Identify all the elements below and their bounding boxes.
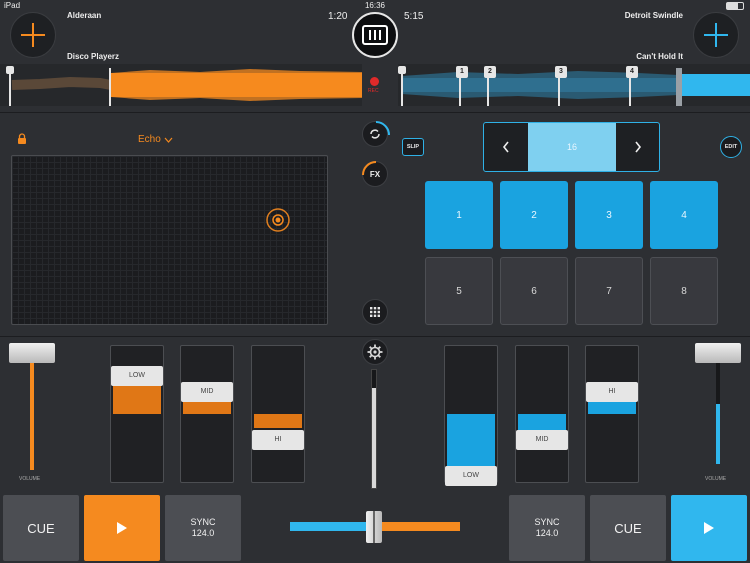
deck-b-volume-fader[interactable]: [716, 352, 720, 464]
pad-6[interactable]: 6: [500, 257, 568, 325]
deck-a-eq-mid[interactable]: MID: [180, 345, 234, 483]
deck-a-cue-marker[interactable]: [6, 66, 14, 74]
record-label: REC: [368, 88, 379, 94]
battery-icon: [726, 2, 744, 10]
chevron-right-icon: [634, 141, 641, 153]
pad-8[interactable]: 8: [650, 257, 718, 325]
divider: [0, 336, 750, 337]
deck-b-cue-button[interactable]: CUE: [590, 495, 666, 561]
deck-b-sync-button[interactable]: SYNC 124.0: [509, 495, 585, 561]
fx-button[interactable]: FX: [362, 161, 388, 187]
deck-b-eq-hi[interactable]: HI: [585, 345, 639, 483]
deck-a-eq-hi[interactable]: HI: [251, 345, 305, 483]
add-icon: [704, 23, 728, 47]
gear-icon: [367, 344, 383, 360]
play-icon: [704, 522, 714, 534]
add-icon: [21, 23, 45, 47]
deck-a-cue-button[interactable]: CUE: [3, 495, 79, 561]
dj-app: iPad 16:36 Alderaan Disco Playerz 1:20 5…: [0, 0, 750, 563]
pad-3[interactable]: 3: [575, 181, 643, 249]
deck-b-eq-low[interactable]: LOW: [444, 345, 498, 486]
deck-a-play-button[interactable]: [84, 495, 160, 561]
pad-7[interactable]: 7: [575, 257, 643, 325]
hot-cue-marker-1[interactable]: 1: [456, 66, 468, 78]
hot-cue-marker-2[interactable]: 2: [484, 66, 496, 78]
deck-a-time: 1:20: [328, 11, 348, 22]
pad-4[interactable]: 4: [650, 181, 718, 249]
divider: [0, 112, 750, 113]
deck-b-eq-hi-handle[interactable]: HI: [586, 382, 638, 402]
deck-b-volume-label: VOLUME: [705, 476, 727, 482]
deck-a-sync-button[interactable]: SYNC 124.0: [165, 495, 241, 561]
pad-2[interactable]: 2: [500, 181, 568, 249]
deck-a-sync-label: SYNC: [190, 517, 216, 527]
chevron-down-icon: [164, 137, 173, 143]
effect-selector[interactable]: Echo: [138, 134, 173, 145]
crossfader[interactable]: [290, 511, 460, 543]
record-button[interactable]: [370, 77, 379, 86]
deck-a-bpm: 124.0: [191, 528, 215, 538]
deck-b-volume-handle[interactable]: [695, 343, 741, 363]
loop-size-selector: 16: [483, 122, 660, 172]
deck-a-eq-mid-handle[interactable]: MID: [181, 382, 233, 402]
play-icon: [117, 522, 127, 534]
pad-1[interactable]: 1: [425, 181, 493, 249]
fx-xy-pad[interactable]: [11, 155, 328, 325]
deck-b-waveform[interactable]: [398, 64, 750, 106]
deck-b-eq-mid[interactable]: MID: [515, 345, 569, 483]
deck-a-artist: Alderaan: [67, 11, 102, 20]
deck-b-eq-low-handle[interactable]: LOW: [445, 466, 497, 486]
deck-a-volume-label: VOLUME: [19, 476, 41, 482]
loop-size-increase-button[interactable]: [616, 123, 659, 171]
deck-a-eq-low-handle[interactable]: LOW: [111, 366, 163, 386]
deck-b-sync-label: SYNC: [534, 517, 560, 527]
hot-cue-marker-4[interactable]: 4: [626, 66, 638, 78]
pads-view-button[interactable]: [362, 299, 388, 325]
loop-toggle-button[interactable]: [362, 121, 390, 147]
deck-a-eq-low[interactable]: LOW: [110, 345, 164, 483]
deck-b-bpm: 124.0: [535, 528, 559, 538]
fx-cursor[interactable]: [265, 207, 291, 233]
deck-a-eq-hi-handle[interactable]: HI: [252, 430, 304, 450]
app-menu-button[interactable]: [352, 12, 398, 58]
pad-5[interactable]: 5: [425, 257, 493, 325]
deck-b-load-button[interactable]: [693, 12, 739, 58]
turntable-logo-icon: [362, 25, 388, 45]
lock-icon[interactable]: [17, 133, 27, 144]
settings-button[interactable]: [362, 339, 388, 365]
status-clock: 16:36: [364, 1, 386, 10]
deck-b-cue-marker[interactable]: [398, 66, 406, 74]
deck-b-eq-mid-handle[interactable]: MID: [516, 430, 568, 450]
deck-a-title: Disco Playerz: [67, 52, 120, 61]
deck-b-time: 5:15: [404, 11, 424, 22]
chevron-left-icon: [502, 141, 509, 153]
loop-size-value[interactable]: 16: [528, 123, 616, 171]
slip-button[interactable]: SLIP: [402, 138, 424, 156]
loop-size-decrease-button[interactable]: [484, 123, 528, 171]
crossfader-handle[interactable]: [366, 511, 382, 543]
status-device: iPad: [4, 1, 21, 10]
edit-button[interactable]: EDIT: [720, 136, 742, 158]
deck-a-load-button[interactable]: [10, 12, 56, 58]
deck-a-volume-handle[interactable]: [9, 343, 55, 363]
deck-b-artist: Detroit Swindle: [624, 11, 683, 20]
deck-b-play-button[interactable]: [671, 495, 747, 561]
effect-name: Echo: [138, 134, 161, 145]
master-level-meter: [371, 369, 377, 489]
deck-a-volume-fader[interactable]: [30, 352, 34, 470]
hot-cue-marker-3[interactable]: 3: [555, 66, 567, 78]
deck-a-waveform[interactable]: [0, 64, 362, 106]
deck-b-title: Can't Hold It: [636, 52, 683, 61]
grid-icon: [370, 307, 380, 317]
